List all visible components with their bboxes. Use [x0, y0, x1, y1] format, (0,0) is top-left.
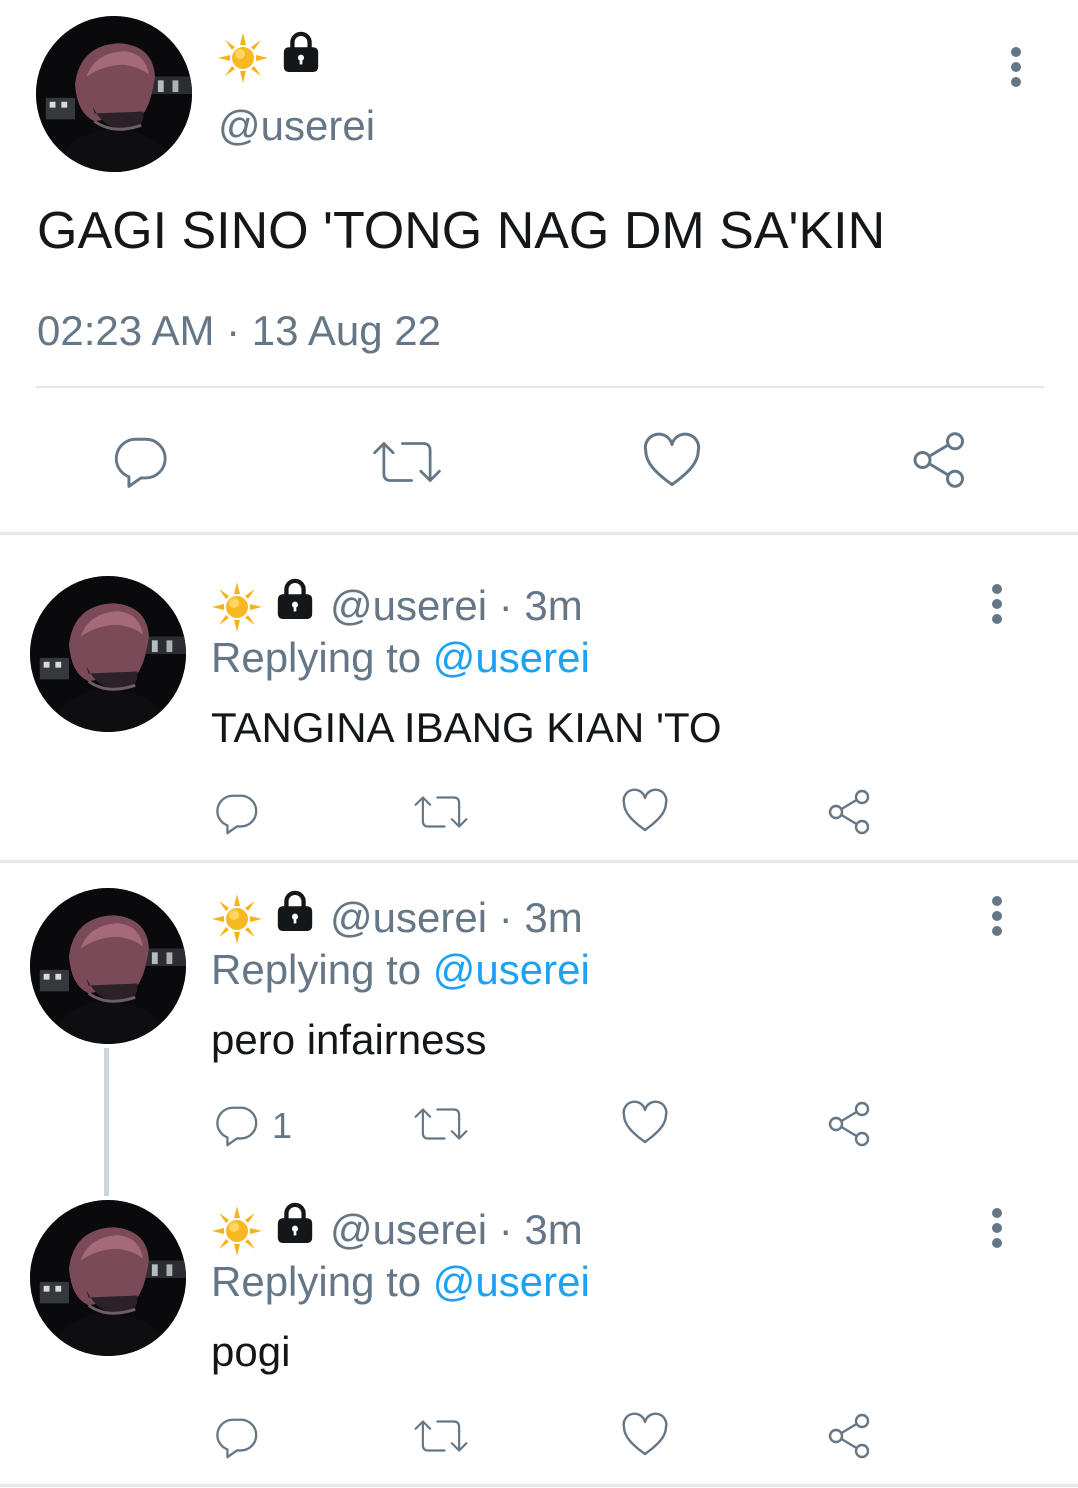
- sun-icon: [212, 894, 262, 944]
- sun-icon: [212, 1206, 262, 1256]
- replying-to-label: Replying to: [211, 1258, 422, 1305]
- user-handle[interactable]: @userei: [218, 100, 375, 152]
- section-divider: [0, 860, 1078, 863]
- reply-meta: @userei · 3m: [330, 892, 583, 944]
- reply-age: · 3m: [498, 582, 583, 629]
- share-icon[interactable]: [910, 430, 970, 490]
- section-divider: [0, 532, 1078, 535]
- more-options-icon[interactable]: [1011, 47, 1023, 92]
- retweet-icon[interactable]: [412, 1102, 470, 1146]
- tweet-timestamp[interactable]: 02:23 AM · 13 Aug 22: [37, 305, 441, 357]
- user-handle[interactable]: @userei: [330, 894, 487, 941]
- like-icon[interactable]: [621, 788, 669, 836]
- more-options-icon[interactable]: [992, 896, 1004, 941]
- section-divider: [0, 1484, 1078, 1487]
- share-icon[interactable]: [826, 1100, 874, 1148]
- reply-meta: @userei · 3m: [330, 580, 583, 632]
- replying-to: Replying to @userei: [211, 632, 590, 684]
- divider: [36, 386, 1044, 388]
- replying-to-label: Replying to: [211, 634, 422, 681]
- retweet-icon[interactable]: [370, 434, 444, 490]
- avatar[interactable]: [30, 1200, 186, 1356]
- replying-to-label: Replying to: [211, 946, 422, 993]
- like-icon[interactable]: [621, 1412, 669, 1460]
- replying-to-handle[interactable]: @userei: [433, 634, 590, 681]
- lock-icon: [274, 890, 316, 932]
- reply-icon[interactable]: [214, 1102, 260, 1148]
- retweet-icon[interactable]: [412, 790, 470, 834]
- replying-to: Replying to @userei: [211, 1256, 590, 1308]
- reply-icon[interactable]: [214, 1414, 260, 1460]
- reply-age: · 3m: [498, 1206, 583, 1253]
- user-handle[interactable]: @userei: [330, 1206, 487, 1253]
- reply-meta: @userei · 3m: [330, 1204, 583, 1256]
- thread-line: [104, 1048, 109, 1196]
- reply-count: 1: [272, 1105, 293, 1146]
- avatar[interactable]: [30, 576, 186, 732]
- more-options-icon[interactable]: [992, 584, 1004, 629]
- share-icon[interactable]: [826, 1412, 874, 1460]
- user-handle[interactable]: @userei: [330, 582, 487, 629]
- replying-to-handle[interactable]: @userei: [433, 1258, 590, 1305]
- more-options-icon[interactable]: [992, 1208, 1004, 1253]
- reply-text: TANGINA IBANG KIAN 'TO: [211, 704, 722, 751]
- avatar[interactable]: [30, 888, 186, 1044]
- like-icon[interactable]: [642, 432, 702, 492]
- lock-icon: [280, 31, 322, 73]
- reply-age: · 3m: [498, 894, 583, 941]
- retweet-icon[interactable]: [412, 1414, 470, 1458]
- replying-to: Replying to @userei: [211, 944, 590, 996]
- reply-icon[interactable]: [214, 790, 260, 836]
- reply-text: pero infairness: [211, 1016, 487, 1063]
- share-icon[interactable]: [826, 788, 874, 836]
- tweet-text: GAGI SINO 'TONG NAG DM SA'KIN: [37, 202, 886, 260]
- replying-to-handle[interactable]: @userei: [433, 946, 590, 993]
- sun-icon: [218, 33, 268, 83]
- reply-icon[interactable]: [112, 432, 170, 490]
- lock-icon: [274, 1202, 316, 1244]
- like-icon[interactable]: [621, 1100, 669, 1148]
- sun-icon: [212, 582, 262, 632]
- lock-icon: [274, 578, 316, 620]
- reply-text: pogi: [211, 1328, 291, 1375]
- avatar[interactable]: [36, 16, 192, 172]
